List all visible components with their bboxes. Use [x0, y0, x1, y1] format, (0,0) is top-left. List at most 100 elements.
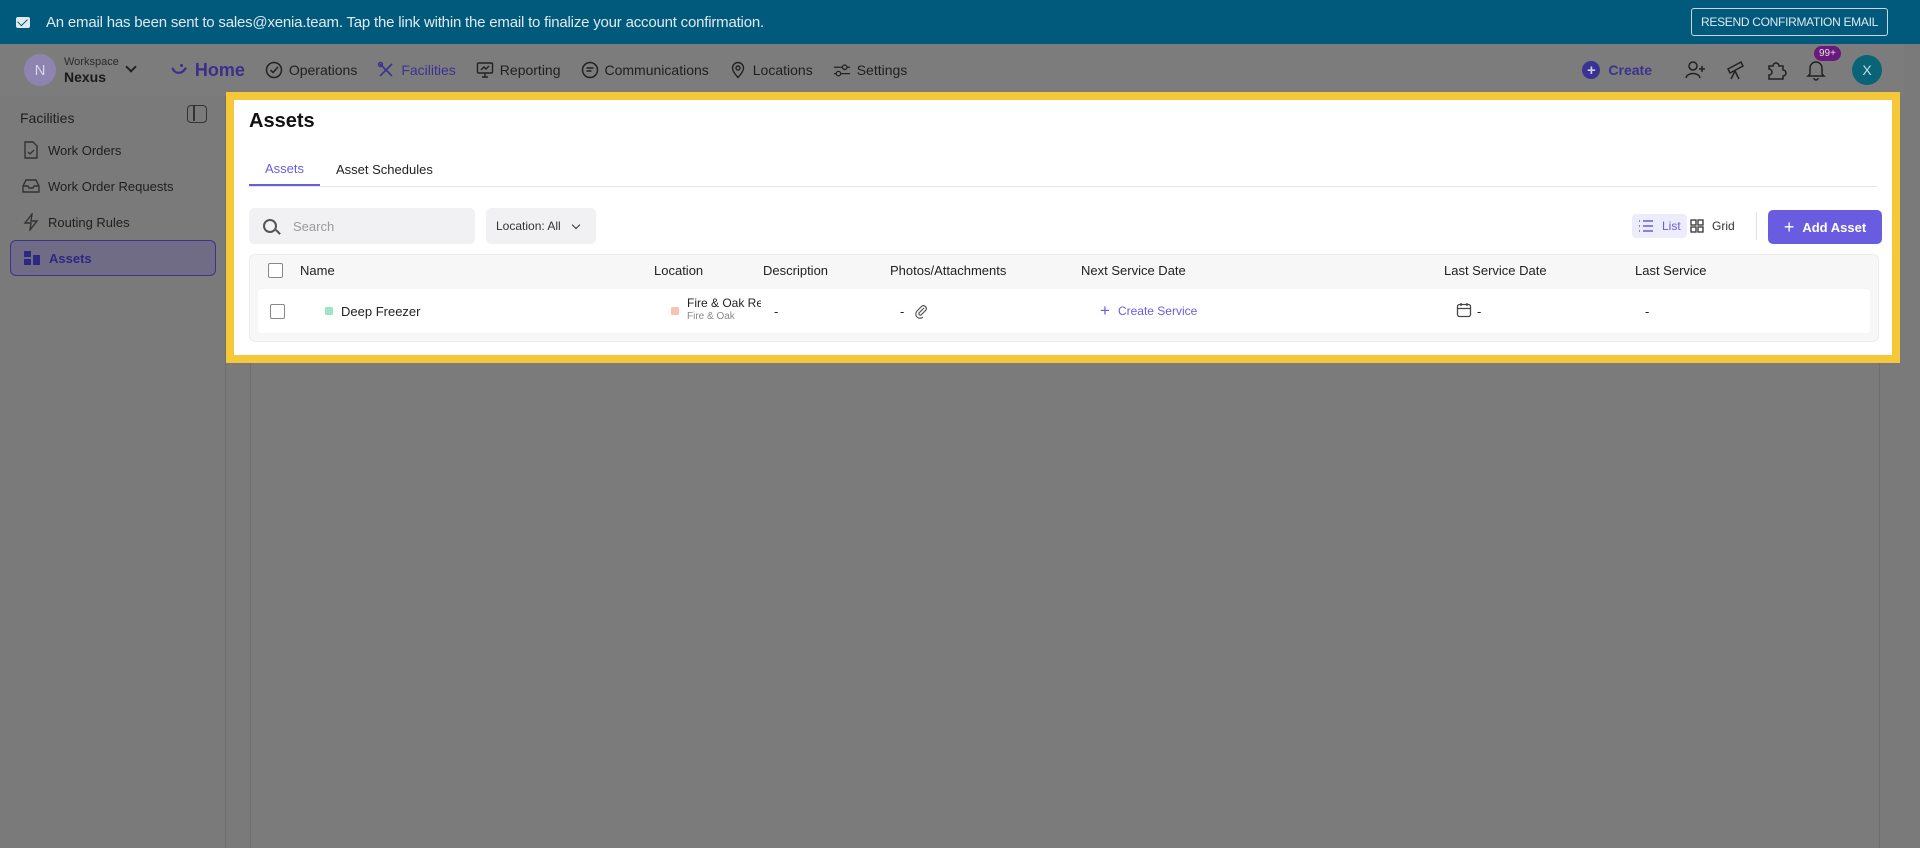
telescope-icon[interactable] [1724, 58, 1748, 82]
header-photos[interactable]: Photos/Attachments [890, 263, 1006, 278]
lightning-icon [22, 213, 40, 231]
plus-circle-icon: + [1582, 61, 1601, 79]
sidebar: Facilities Work Orders Work Order Reques… [0, 96, 226, 848]
sliders-icon [833, 61, 851, 79]
location-name: Fire & Oak Re [687, 296, 761, 310]
top-nav: N Workspace Nexus Home Operations Facili… [0, 44, 1904, 96]
user-avatar[interactable]: X [1852, 55, 1882, 85]
create-service-link[interactable]: + Create Service [1100, 301, 1197, 321]
collapse-sidebar-icon[interactable] [187, 105, 207, 123]
header-last-service-date[interactable]: Last Service Date [1444, 263, 1547, 278]
toolbar-divider [1756, 212, 1757, 240]
header-name[interactable]: Name [300, 263, 335, 278]
view-list-toggle[interactable]: List [1632, 214, 1687, 238]
nav-home-label: Home [194, 59, 245, 80]
boxes-icon [23, 249, 41, 267]
location-parent: Fire & Oak [687, 311, 735, 322]
sidebar-item-routing-rules[interactable]: Routing Rules [10, 204, 216, 240]
document-icon [22, 141, 40, 159]
search-input[interactable]: Search [249, 208, 475, 244]
workspace-switcher[interactable]: Workspace Nexus [64, 55, 119, 85]
sidebar-item-label: Work Orders [48, 142, 122, 158]
sidebar-item-label: Work Order Requests [48, 178, 174, 194]
header-next-service-date[interactable]: Next Service Date [1081, 263, 1186, 278]
tools-icon [377, 61, 395, 79]
table-header: Name Location Description Photos/Attachm… [250, 255, 1878, 285]
mail-icon [16, 16, 30, 28]
workspace-avatar[interactable]: N [24, 54, 56, 86]
nav-communications[interactable]: Communications [581, 61, 709, 79]
main-content-backdrop [250, 354, 1880, 848]
list-icon [1638, 220, 1654, 232]
chevron-down-icon[interactable] [125, 61, 137, 73]
location-filter-label: Location: All [496, 219, 561, 233]
workspace-caption: Workspace [64, 56, 119, 68]
nav-communications-label: Communications [604, 62, 709, 78]
last-service-value: - [1645, 304, 1650, 319]
assets-table: Name Location Description Photos/Attachm… [249, 254, 1879, 342]
view-list-label: List [1662, 219, 1681, 233]
location-color-marker [671, 307, 679, 315]
paperclip-icon[interactable] [914, 303, 928, 322]
search-icon [263, 219, 277, 233]
create-service-label: Create Service [1117, 304, 1198, 318]
page-title: Assets [249, 110, 315, 132]
chevron-down-icon [571, 220, 580, 229]
presentation-chart-icon [476, 61, 494, 79]
resend-confirmation-button[interactable]: RESEND CONFIRMATION EMAIL [1691, 8, 1888, 36]
nav-settings-label: Settings [856, 62, 908, 78]
tab-assets[interactable]: Assets [249, 152, 321, 186]
sidebar-item-assets[interactable]: Assets [10, 240, 216, 276]
home-logo-icon [171, 61, 189, 79]
nav-facilities-label: Facilities [401, 62, 456, 78]
nav-locations[interactable]: Locations [729, 61, 813, 79]
calendar-icon[interactable] [1456, 302, 1472, 321]
invite-user-icon[interactable] [1684, 58, 1708, 82]
sidebar-title: Facilities [20, 110, 75, 126]
sidebar-item-work-orders[interactable]: Work Orders [10, 132, 216, 168]
notifications-bell-icon[interactable]: 99+ [1804, 46, 1841, 82]
asset-name[interactable]: Deep Freezer [341, 304, 420, 319]
header-last-service[interactable]: Last Service [1635, 263, 1707, 278]
table-row[interactable]: Deep Freezer Fire & Oak Re Fire & Oak - … [258, 289, 1870, 333]
nav-operations-label: Operations [288, 62, 358, 78]
row-checkbox[interactable] [270, 304, 285, 319]
view-grid-toggle[interactable]: Grid [1690, 214, 1735, 238]
add-asset-button[interactable]: + Add Asset [1768, 210, 1882, 244]
nav-reporting-label: Reporting [499, 62, 561, 78]
search-placeholder: Search [293, 218, 335, 234]
tabs-divider [249, 186, 1877, 187]
confirmation-banner: An email has been sent to sales@xenia.te… [0, 0, 1920, 44]
add-asset-label: Add Asset [1802, 219, 1867, 235]
puzzle-icon[interactable] [1764, 58, 1788, 82]
inbox-icon [22, 177, 40, 195]
asset-photos: - [900, 304, 905, 319]
sidebar-item-label: Routing Rules [48, 214, 130, 230]
header-description[interactable]: Description [763, 263, 828, 278]
nav-reporting[interactable]: Reporting [476, 61, 561, 79]
plus-icon: + [1783, 216, 1795, 237]
plus-icon: + [1100, 301, 1110, 320]
check-circle-icon [265, 61, 283, 79]
nav-settings[interactable]: Settings [833, 61, 908, 79]
last-service-date-value: - [1477, 304, 1482, 319]
sidebar-item-label: Assets [49, 250, 92, 266]
assets-panel: Assets Assets Asset Schedules Search Loc… [226, 92, 1900, 363]
create-button[interactable]: + Create [1582, 61, 1652, 79]
asset-description: - [774, 304, 779, 319]
nav-operations[interactable]: Operations [265, 61, 357, 79]
sidebar-item-work-order-requests[interactable]: Work Order Requests [10, 168, 216, 204]
nav-home[interactable]: Home [171, 60, 245, 81]
asset-location: Fire & Oak Re Fire & Oak [687, 296, 761, 324]
map-pin-icon [729, 61, 747, 79]
grid-icon [1690, 219, 1704, 233]
tab-asset-schedules[interactable]: Asset Schedules [320, 152, 449, 186]
create-label: Create [1608, 62, 1652, 78]
nav-facilities[interactable]: Facilities [377, 61, 456, 79]
tab-bar: Assets Asset Schedules [249, 152, 449, 186]
workspace-name: Nexus [64, 69, 107, 85]
header-location[interactable]: Location [654, 263, 703, 278]
location-filter-dropdown[interactable]: Location: All [486, 208, 596, 244]
view-grid-label: Grid [1712, 219, 1735, 233]
select-all-checkbox[interactable] [268, 263, 283, 278]
